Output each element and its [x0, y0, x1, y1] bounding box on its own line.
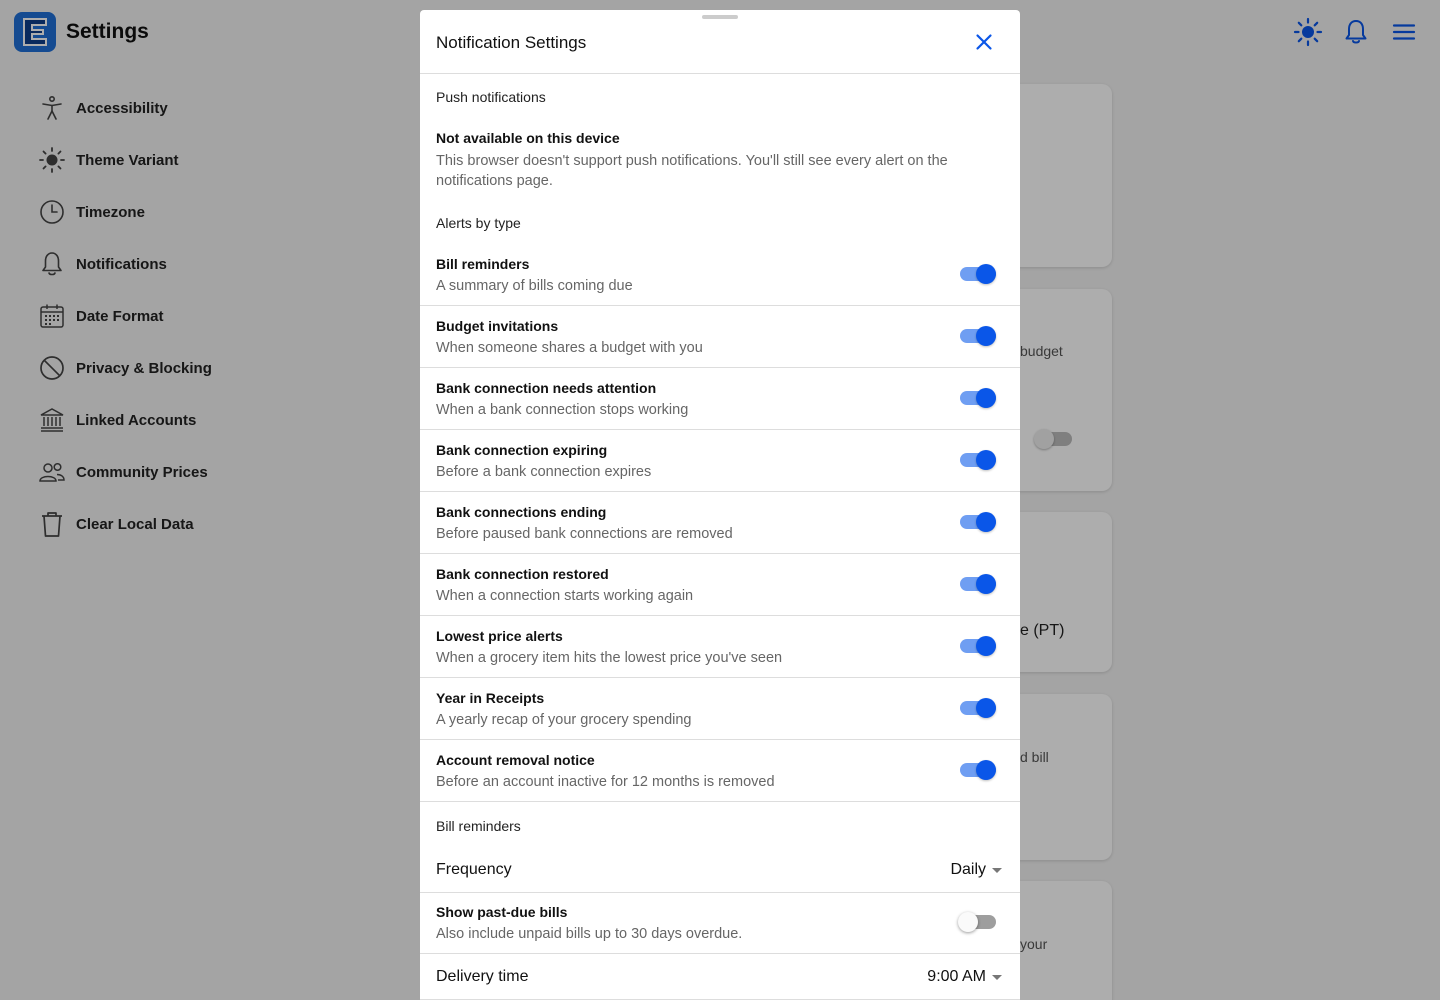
alert-toggle[interactable] [960, 512, 996, 532]
delivery-time-label: Delivery time [436, 968, 529, 985]
toggle-thumb [976, 574, 996, 594]
row-title: Show past-due bills [436, 904, 568, 920]
push-unavailable-description: This browser doesn't support push notifi… [436, 153, 948, 189]
frequency-value: Daily [950, 861, 986, 878]
toggle-row: Bank connection expiring Before a bank co… [420, 430, 1020, 492]
toggle-thumb [976, 512, 996, 532]
toggle-row: Account removal notice Before an account … [420, 740, 1020, 802]
toggle-row: Bill reminders A summary of bills coming … [420, 244, 1020, 306]
past-due-toggle[interactable] [958, 912, 996, 932]
row-description: Before paused bank connections are remov… [436, 526, 733, 542]
toggle-thumb [976, 326, 996, 346]
row-description: A yearly recap of your grocery spending [436, 712, 692, 728]
alert-toggle[interactable] [960, 326, 996, 346]
frequency-label: Frequency [436, 861, 512, 878]
alert-toggle[interactable] [960, 450, 996, 470]
section-heading: Push notifications [436, 89, 546, 105]
row-description: Before an account inactive for 12 months… [436, 774, 775, 790]
toggle-row: Bank connection needs attention When a ba… [420, 368, 1020, 430]
row-description: When a connection starts working again [436, 588, 694, 604]
toggle-row: Budget invitations When someone shares a … [420, 306, 1020, 368]
row-title: Lowest price alerts [436, 628, 563, 644]
delivery-time-select[interactable]: 9:00 AM [927, 968, 1002, 986]
alert-toggle[interactable] [960, 264, 996, 284]
alert-toggle[interactable] [960, 760, 996, 780]
toggle-thumb [958, 912, 978, 932]
push-unavailable-title: Not available on this device [436, 130, 620, 146]
toggle-row: Lowest price alerts When a grocery item h… [420, 616, 1020, 678]
toggle-thumb [976, 264, 996, 284]
row-description: When someone shares a budget with you [436, 340, 703, 356]
section-heading: Alerts by type [436, 215, 521, 231]
row-description: Before a bank connection expires [436, 464, 652, 480]
toggle-row: Year in Receipts A yearly recap of your g… [420, 678, 1020, 740]
close-icon[interactable] [970, 28, 998, 56]
alert-toggle[interactable] [960, 698, 996, 718]
alert-toggle[interactable] [960, 636, 996, 656]
dialog-title: Notification Settings [436, 33, 587, 52]
alert-toggle[interactable] [960, 388, 996, 408]
dialog-header: Notification Settings [420, 10, 1020, 74]
delivery-time-row: Delivery time 9:00 AM [420, 954, 1020, 1000]
section-heading: Bill reminders [436, 818, 521, 834]
row-description: Also include unpaid bills up to 30 days … [436, 926, 743, 942]
toggle-row: Bank connection restored When a connectio… [420, 554, 1020, 616]
row-title: Bank connection expiring [436, 442, 608, 458]
row-title: Account removal notice [436, 752, 595, 768]
frequency-select[interactable]: Daily [950, 861, 1002, 879]
notification-settings-dialog: Notification Settings Push notifications… [420, 10, 1020, 1000]
toggle-row: Bank connections ending Before paused ban… [420, 492, 1020, 554]
frequency-row: Frequency Daily [420, 848, 1020, 893]
toggle-row-show-past-due-bills: Show past-due bills Also include unpaid … [420, 892, 1020, 954]
row-description: When a grocery item hits the lowest pric… [436, 650, 783, 666]
row-description: When a bank connection stops working [436, 402, 689, 418]
row-title: Bank connection restored [436, 566, 609, 582]
toggle-thumb [976, 636, 996, 656]
row-title: Bill reminders [436, 256, 530, 272]
toggle-thumb [976, 760, 996, 780]
row-title: Bank connection needs attention [436, 380, 657, 396]
row-title: Budget invitations [436, 318, 559, 334]
row-title: Bank connections ending [436, 504, 607, 520]
toggle-thumb [976, 698, 996, 718]
toggle-thumb [976, 450, 996, 470]
delivery-time-value: 9:00 AM [927, 968, 986, 985]
row-title: Year in Receipts [436, 690, 545, 706]
caret-down-icon [992, 867, 1002, 873]
toggle-thumb [976, 388, 996, 408]
row-description: A summary of bills coming due [436, 278, 633, 294]
alert-toggle[interactable] [960, 574, 996, 594]
caret-down-icon [992, 974, 1002, 980]
